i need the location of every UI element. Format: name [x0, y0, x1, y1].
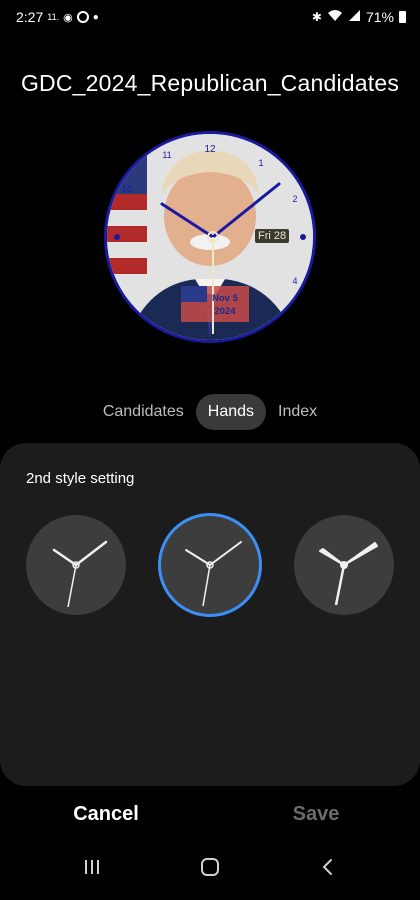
flag-date: Nov 5 2024 [212, 292, 238, 318]
status-small-label: 11. [47, 12, 60, 22]
svg-text:4: 4 [292, 276, 297, 286]
battery-level: 71% [365, 9, 394, 25]
bluetooth-icon: ✱ [311, 10, 322, 24]
hand-style-2-icon [185, 541, 242, 607]
hand-style-1-icon [52, 540, 108, 608]
battery-icon [399, 11, 406, 23]
page-title: GDC_2024_Republican_Candidates [20, 70, 400, 96]
tab-hands[interactable]: Hands [195, 394, 267, 430]
hand-style-option-2[interactable] [158, 513, 262, 617]
status-bar-right: ✱ 71% [312, 9, 406, 25]
date-badge: Fri 28 [255, 229, 290, 243]
save-button[interactable]: Save [270, 803, 362, 826]
svg-text:12: 12 [204, 144, 216, 155]
cancel-button[interactable]: Cancel [60, 803, 152, 826]
svg-text:1: 1 [258, 158, 263, 168]
status-bar-left: 2:27 11. ◉ ● [16, 9, 99, 25]
hand-style-option-1[interactable] [26, 515, 126, 615]
back-icon[interactable] [320, 858, 336, 881]
flag-date-line2: 2024 [214, 306, 236, 317]
dot-icon: ● [92, 11, 99, 23]
panel-title: 2nd style setting [26, 470, 135, 487]
tab-index[interactable]: Index [266, 394, 329, 430]
status-time: 2:27 [16, 9, 44, 25]
svg-text:11: 11 [162, 150, 171, 160]
home-icon[interactable] [200, 858, 220, 881]
recent-apps-icon[interactable] [82, 858, 102, 881]
wifi-icon [327, 9, 343, 25]
hand-style-3-icon [319, 542, 378, 606]
flag-date-line1: Nov 5 [212, 293, 238, 304]
svg-text:2: 2 [292, 194, 297, 204]
tab-bar: Candidates Hands Index [0, 392, 420, 432]
svg-text:10: 10 [122, 184, 132, 194]
sync-icon [76, 11, 89, 23]
hand-style-option-3[interactable] [294, 515, 394, 615]
signal-icon [348, 9, 361, 25]
notification-icon: ◉ [63, 11, 73, 24]
tab-candidates[interactable]: Candidates [91, 394, 196, 430]
